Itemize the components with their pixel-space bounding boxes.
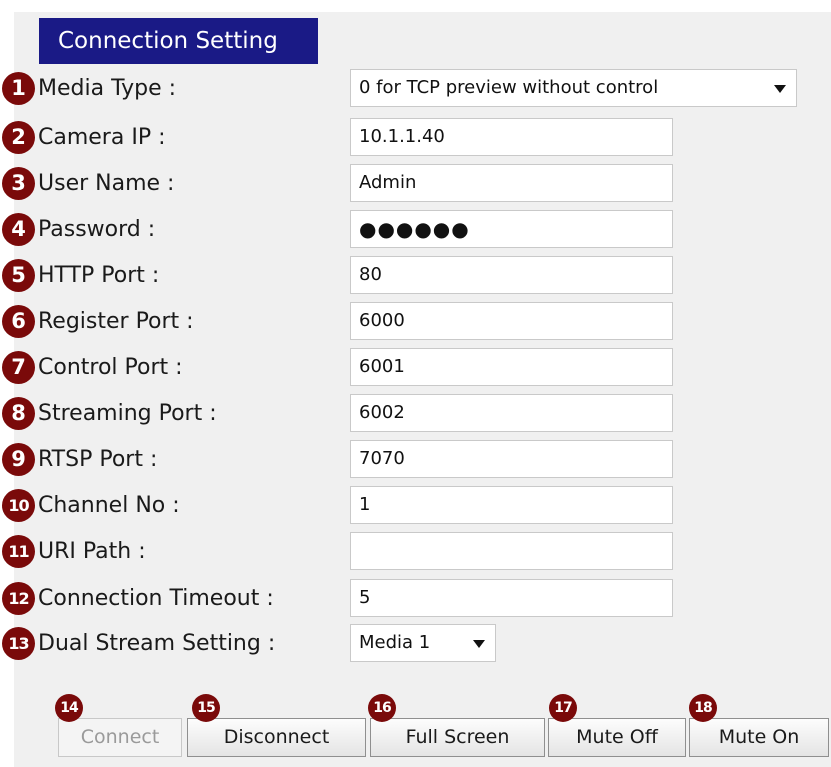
password-row: 4 Password : ●●●●●● xyxy=(0,209,831,251)
streaming-port-row: 8 Streaming Port : 6002 xyxy=(0,393,831,435)
number-badge-4: 4 xyxy=(2,213,35,246)
number-badge-10: 10 xyxy=(2,489,35,522)
number-badge-13: 13 xyxy=(2,627,35,660)
dropdown-arrow-icon xyxy=(774,85,786,93)
channel-no-label: Channel No : xyxy=(38,493,180,518)
channel-no-input[interactable]: 1 xyxy=(350,486,673,524)
number-badge-18: 18 xyxy=(689,694,717,722)
register-port-input[interactable]: 6000 xyxy=(350,302,673,340)
number-badge-2: 2 xyxy=(2,121,35,154)
media-type-select[interactable]: 0 for TCP preview without control xyxy=(350,69,797,107)
number-badge-7: 7 xyxy=(2,351,35,384)
register-port-row: 6 Register Port : 6000 xyxy=(0,301,831,343)
number-badge-8: 8 xyxy=(2,397,35,430)
number-badge-14: 14 xyxy=(55,694,83,722)
uri-path-input[interactable] xyxy=(350,532,673,570)
disconnect-button[interactable]: Disconnect xyxy=(187,718,366,757)
number-badge-5: 5 xyxy=(2,259,35,292)
user-name-label: User Name : xyxy=(38,171,175,196)
connection-timeout-label: Connection Timeout : xyxy=(38,586,274,611)
password-input[interactable]: ●●●●●● xyxy=(350,210,673,248)
media-type-value: 0 for TCP preview without control xyxy=(359,77,659,98)
camera-ip-input[interactable]: 10.1.1.40 xyxy=(350,118,673,156)
media-type-label: Media Type : xyxy=(38,76,177,101)
user-name-input[interactable]: Admin xyxy=(350,164,673,202)
password-label: Password : xyxy=(38,217,156,242)
camera-ip-row: 2 Camera IP : 10.1.1.40 xyxy=(0,117,831,159)
dual-stream-label: Dual Stream Setting : xyxy=(38,631,276,656)
uri-path-row: 11 URI Path : xyxy=(0,531,831,573)
connection-timeout-row: 12 Connection Timeout : 5 xyxy=(0,578,831,620)
number-badge-15: 15 xyxy=(192,694,220,722)
rtsp-port-label: RTSP Port : xyxy=(38,447,158,472)
connection-timeout-input[interactable]: 5 xyxy=(350,579,673,617)
number-badge-11: 11 xyxy=(2,535,35,568)
dropdown-arrow-icon xyxy=(473,640,485,648)
number-badge-1: 1 xyxy=(2,72,35,105)
mute-on-button[interactable]: Mute On xyxy=(689,718,829,757)
streaming-port-input[interactable]: 6002 xyxy=(350,394,673,432)
dual-stream-value: Media 1 xyxy=(359,632,431,653)
http-port-row: 5 HTTP Port : 80 xyxy=(0,255,831,297)
connection-setting-tab[interactable]: Connection Setting xyxy=(39,18,318,64)
rtsp-port-row: 9 RTSP Port : 7070 xyxy=(0,439,831,481)
media-type-row: 1 Media Type : 0 for TCP preview without… xyxy=(0,68,831,110)
user-name-row: 3 User Name : Admin xyxy=(0,163,831,205)
control-port-input[interactable]: 6001 xyxy=(350,348,673,386)
number-badge-16: 16 xyxy=(368,694,396,722)
full-screen-button[interactable]: Full Screen xyxy=(370,718,545,757)
connect-button[interactable]: Connect xyxy=(58,718,182,757)
number-badge-6: 6 xyxy=(2,305,35,338)
register-port-label: Register Port : xyxy=(38,309,194,334)
mute-off-button[interactable]: Mute Off xyxy=(548,718,686,757)
http-port-input[interactable]: 80 xyxy=(350,256,673,294)
number-badge-12: 12 xyxy=(2,582,35,615)
number-badge-3: 3 xyxy=(2,167,35,200)
number-badge-9: 9 xyxy=(2,443,35,476)
streaming-port-label: Streaming Port : xyxy=(38,401,217,426)
number-badge-17: 17 xyxy=(549,694,577,722)
rtsp-port-input[interactable]: 7070 xyxy=(350,440,673,478)
dual-stream-row: 13 Dual Stream Setting : Media 1 xyxy=(0,623,831,665)
http-port-label: HTTP Port : xyxy=(38,263,160,288)
control-port-row: 7 Control Port : 6001 xyxy=(0,347,831,389)
control-port-label: Control Port : xyxy=(38,355,183,380)
dual-stream-select[interactable]: Media 1 xyxy=(350,624,496,662)
uri-path-label: URI Path : xyxy=(38,539,146,564)
camera-ip-label: Camera IP : xyxy=(38,125,166,150)
channel-no-row: 10 Channel No : 1 xyxy=(0,485,831,527)
